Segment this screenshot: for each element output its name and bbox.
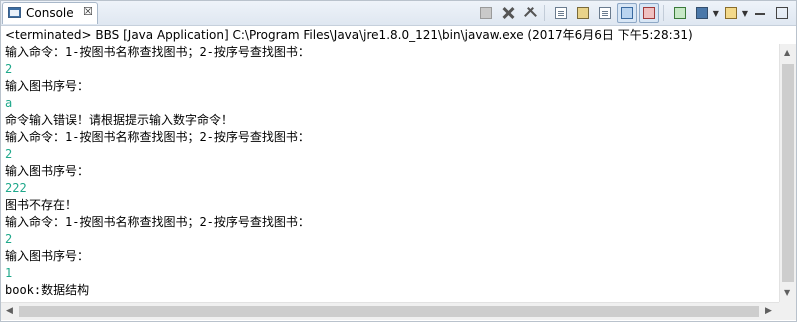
chevron-down-icon[interactable]: ▼	[742, 9, 748, 18]
display-selected-console-icon	[695, 7, 708, 19]
scrollbar-thumb[interactable]	[19, 306, 759, 317]
scrollbar-thumb[interactable]	[782, 64, 794, 282]
console-input-line: 222	[5, 181, 27, 195]
scroll-lock-button[interactable]	[573, 3, 593, 23]
tab-console[interactable]: Console ☒	[2, 2, 98, 24]
launch-status-line: <terminated> BBS [Java Application] C:\P…	[5, 28, 693, 42]
console-output-line: 输入命令：1-按图书名称查找图书；2-按序号查找图书：	[5, 215, 310, 229]
display-selected-console-button[interactable]	[692, 3, 712, 23]
toolbar-separator	[662, 5, 664, 21]
remove-launch-icon	[502, 7, 514, 19]
console-input-line: 2	[5, 232, 13, 246]
console-output-line: 输入命令：1-按图书名称查找图书；2-按序号查找图书：	[5, 45, 310, 59]
console-input-line: 1	[5, 266, 13, 280]
remove-all-button[interactable]	[520, 3, 540, 23]
view-tab-bar: Console ☒ ▼ ▼	[1, 1, 796, 26]
tab-label: Console	[26, 6, 74, 20]
maximize-icon	[776, 7, 788, 19]
scroll-lock-icon	[576, 7, 589, 19]
clear-console-icon	[554, 7, 567, 19]
show-on-error-button[interactable]	[638, 3, 659, 23]
console-output-line: 输入命令：1-按图书名称查找图书；2-按序号查找图书：	[5, 130, 310, 144]
clear-console-button[interactable]	[551, 3, 571, 23]
console-output[interactable]: 输入命令：1-按图书名称查找图书；2-按序号查找图书： 2 输入图书序号： a 命令输入…	[1, 44, 779, 302]
console-output-line: 输入图书序号：	[5, 79, 90, 93]
console-icon	[8, 7, 21, 18]
open-console-icon	[724, 7, 737, 19]
scroll-left-icon[interactable]: ◀	[6, 306, 13, 316]
pin-console-icon	[673, 7, 686, 19]
console-output-line: book:数据结构	[5, 283, 90, 297]
pin-console-button[interactable]	[670, 3, 690, 23]
word-wrap-button[interactable]	[595, 3, 615, 23]
console-input-line: 2	[5, 147, 13, 161]
word-wrap-icon	[598, 7, 611, 19]
show-console-on-output-icon	[620, 7, 633, 19]
show-console-on-error-icon	[642, 7, 655, 19]
terminate-button[interactable]	[476, 3, 496, 23]
minimize-icon	[754, 7, 766, 19]
console-toolbar: ▼ ▼	[474, 3, 792, 23]
chevron-down-icon[interactable]: ▼	[713, 9, 719, 18]
close-icon[interactable]: ☒	[83, 5, 93, 18]
toolbar-separator	[543, 5, 545, 21]
scroll-down-icon[interactable]: ▼	[784, 288, 790, 297]
remove-launch-button[interactable]	[498, 3, 518, 23]
console-output-line: 图书不存在！	[5, 198, 78, 212]
console-output-line: 输入图书序号：	[5, 249, 90, 263]
open-console-button[interactable]	[721, 3, 741, 23]
minimize-button[interactable]	[750, 3, 770, 23]
scrollbar-corner	[779, 302, 796, 320]
scroll-right-icon[interactable]: ▶	[765, 306, 772, 316]
terminate-icon	[479, 7, 492, 19]
console-output-line: 输入图书序号：	[5, 164, 90, 178]
console-output-line: 命令输入错误！请根据提示输入数字命令！	[5, 113, 234, 127]
vertical-scrollbar[interactable]: ▲ ▼	[779, 44, 796, 302]
remove-all-icon	[524, 7, 536, 19]
console-view: Console ☒ ▼ ▼ <terminated> BBS [Java App…	[0, 0, 797, 322]
console-input-line: 2	[5, 62, 13, 76]
scroll-up-icon[interactable]: ▲	[784, 48, 790, 57]
maximize-button[interactable]	[772, 3, 792, 23]
console-input-line: a	[5, 96, 13, 110]
show-on-output-button[interactable]	[616, 3, 637, 23]
horizontal-scrollbar[interactable]: ◀ ▶	[1, 302, 779, 320]
